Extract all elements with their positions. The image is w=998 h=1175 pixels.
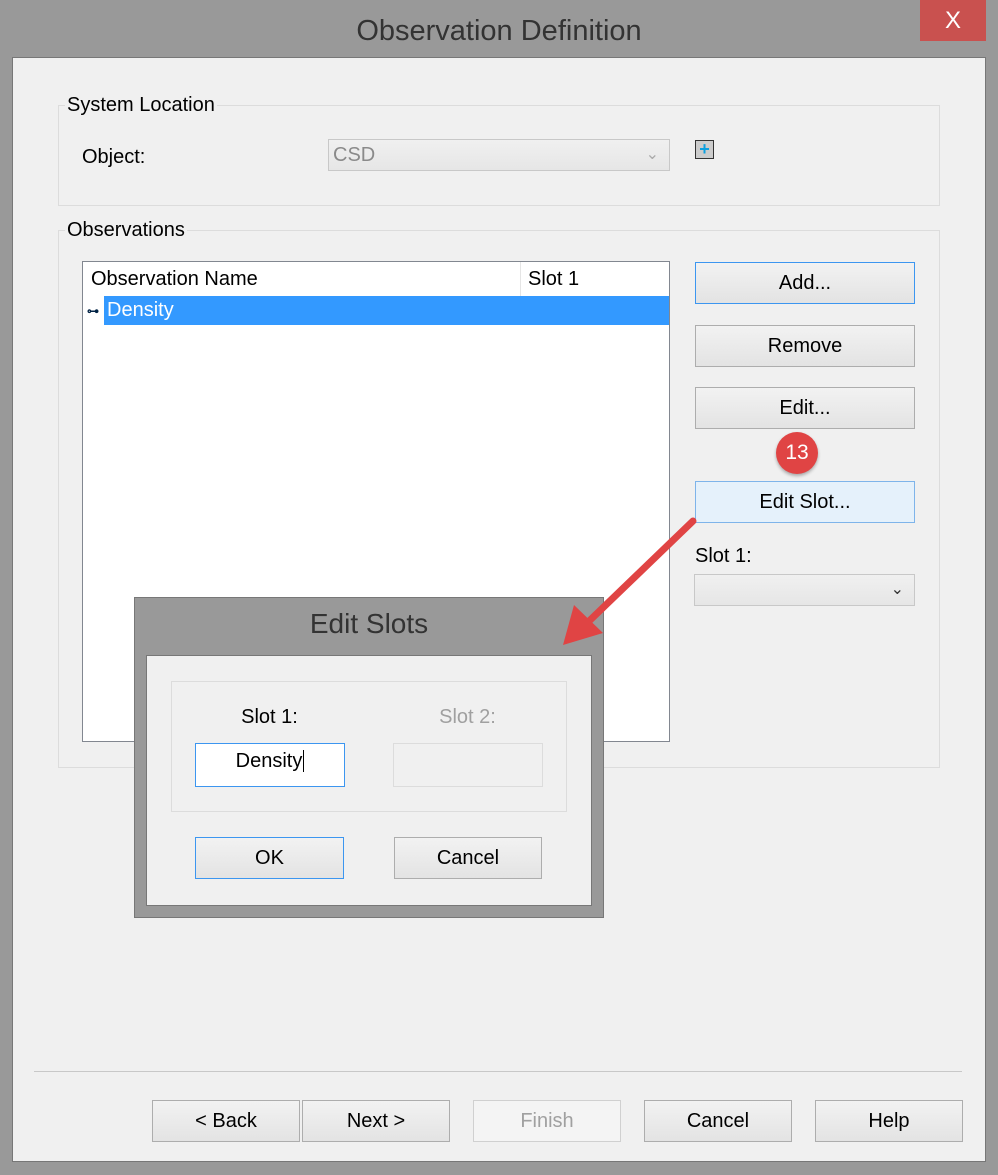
annotation-arrow-icon [563,517,697,645]
